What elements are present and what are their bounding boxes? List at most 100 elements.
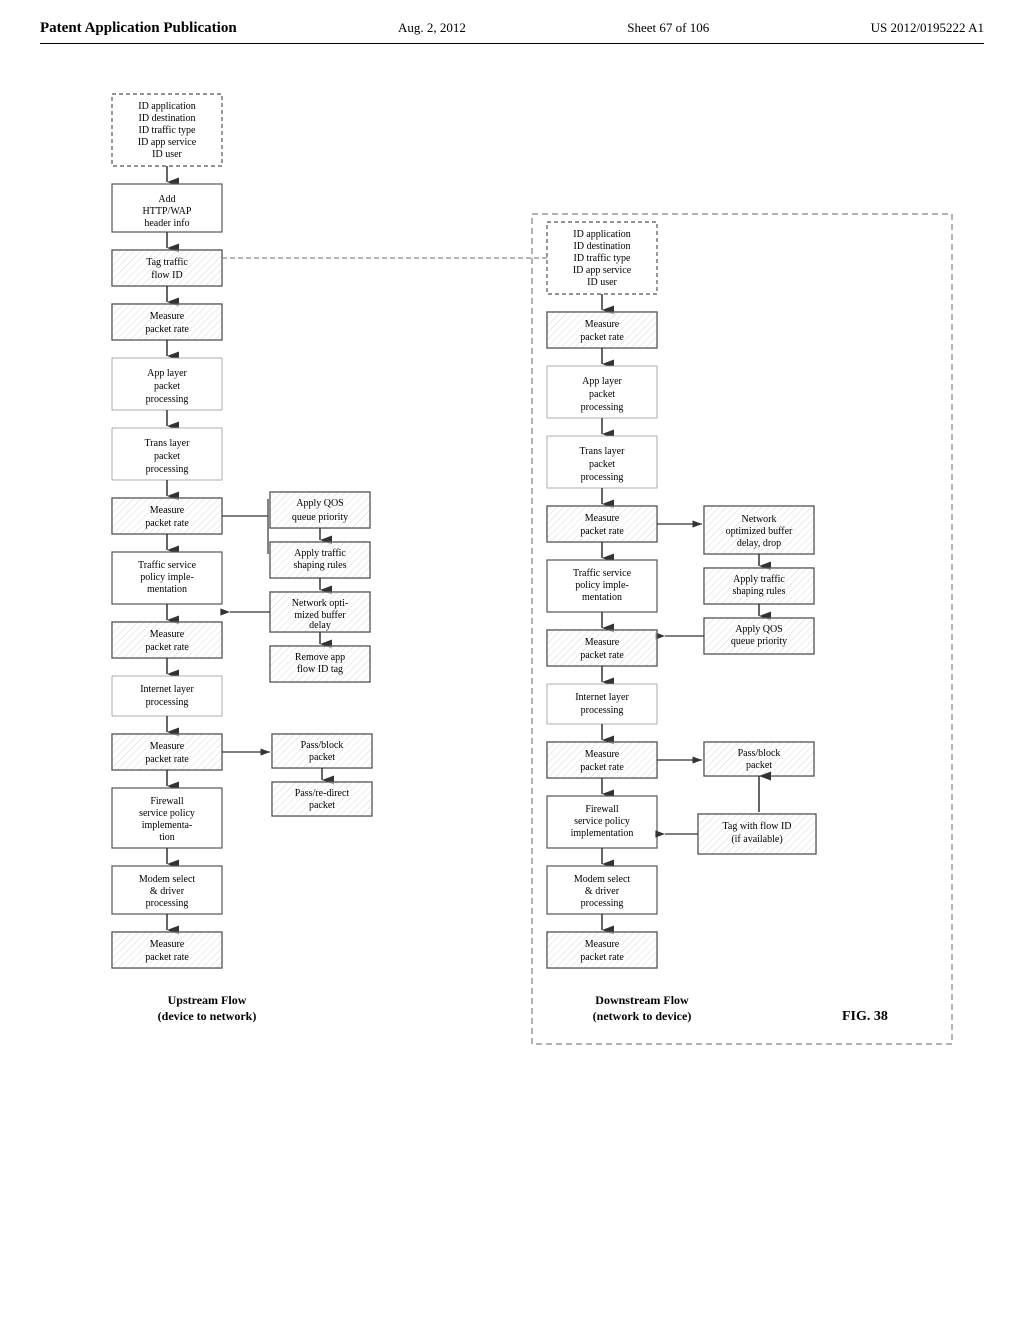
svg-text:packet rate: packet rate — [145, 952, 189, 963]
svg-text:packet rate: packet rate — [580, 526, 624, 537]
svg-text:Pass/block: Pass/block — [301, 740, 344, 751]
publication-title: Patent Application Publication — [40, 20, 237, 37]
publication-date: Aug. 2, 2012 — [398, 20, 466, 36]
page: Patent Application Publication Aug. 2, 2… — [0, 0, 1024, 1320]
svg-text:& driver: & driver — [150, 886, 185, 897]
svg-text:packet rate: packet rate — [145, 518, 189, 529]
svg-text:Measure: Measure — [150, 629, 185, 640]
svg-text:implementa-: implementa- — [142, 820, 193, 831]
svg-text:packet rate: packet rate — [580, 952, 624, 963]
svg-text:ID user: ID user — [587, 277, 617, 288]
svg-text:implementation: implementation — [571, 828, 634, 839]
svg-text:Measure: Measure — [150, 741, 185, 752]
svg-text:Measure: Measure — [585, 637, 620, 648]
svg-text:Measure: Measure — [150, 311, 185, 322]
sheet-info: Sheet 67 of 106 — [627, 20, 709, 36]
svg-text:Network opti-: Network opti- — [292, 598, 348, 609]
svg-text:Internet layer: Internet layer — [140, 684, 194, 695]
svg-text:processing: processing — [581, 705, 624, 716]
svg-text:Downstream Flow: Downstream Flow — [595, 993, 689, 1007]
svg-text:Traffic service: Traffic service — [573, 568, 632, 579]
svg-text:Network: Network — [742, 514, 777, 525]
svg-text:ID traffic type: ID traffic type — [138, 125, 196, 136]
svg-text:ID app service: ID app service — [138, 137, 197, 148]
svg-text:(network to device): (network to device) — [593, 1009, 692, 1023]
svg-text:ID destination: ID destination — [574, 241, 631, 252]
svg-text:packet: packet — [154, 381, 180, 392]
svg-text:FIG. 38: FIG. 38 — [842, 1009, 888, 1024]
svg-text:packet rate: packet rate — [145, 642, 189, 653]
svg-text:flow ID tag: flow ID tag — [297, 664, 343, 675]
svg-text:service policy: service policy — [139, 808, 195, 819]
svg-text:Apply traffic: Apply traffic — [294, 548, 346, 559]
svg-text:packet rate: packet rate — [145, 324, 189, 335]
svg-text:Measure: Measure — [585, 939, 620, 950]
header: Patent Application Publication Aug. 2, 2… — [40, 20, 984, 44]
svg-text:tion: tion — [159, 832, 175, 843]
svg-text:packet: packet — [589, 389, 615, 400]
svg-text:(if available): (if available) — [731, 834, 782, 845]
svg-text:queue priority: queue priority — [292, 512, 348, 523]
svg-text:Firewall: Firewall — [585, 804, 619, 815]
svg-text:mentation: mentation — [582, 592, 622, 603]
svg-text:packet rate: packet rate — [145, 754, 189, 765]
svg-text:App layer: App layer — [582, 376, 622, 387]
svg-text:shaping rules: shaping rules — [732, 586, 785, 597]
svg-text:Apply QOS: Apply QOS — [735, 624, 783, 635]
svg-text:Measure: Measure — [585, 749, 620, 760]
svg-text:packet rate: packet rate — [580, 762, 624, 773]
svg-text:Trans layer: Trans layer — [580, 446, 626, 457]
svg-text:queue priority: queue priority — [731, 636, 787, 647]
svg-text:mentation: mentation — [147, 584, 187, 595]
svg-text:Measure: Measure — [585, 319, 620, 330]
svg-text:processing: processing — [581, 898, 624, 909]
svg-text:ID application: ID application — [573, 229, 630, 240]
svg-text:optimized buffer: optimized buffer — [726, 526, 793, 537]
svg-text:packet rate: packet rate — [580, 650, 624, 661]
svg-text:packet: packet — [154, 451, 180, 462]
svg-text:(device to network): (device to network) — [158, 1009, 257, 1023]
svg-text:Remove app: Remove app — [295, 652, 345, 663]
svg-text:& driver: & driver — [585, 886, 620, 897]
svg-text:Internet layer: Internet layer — [575, 692, 629, 703]
svg-text:delay, drop: delay, drop — [737, 538, 781, 549]
svg-text:processing: processing — [581, 472, 624, 483]
svg-text:Pass/block: Pass/block — [738, 748, 781, 759]
svg-text:ID application: ID application — [138, 101, 195, 112]
svg-text:shaping rules: shaping rules — [293, 560, 346, 571]
patent-number: US 2012/0195222 A1 — [871, 20, 984, 36]
svg-text:Modem select: Modem select — [574, 874, 631, 885]
svg-text:processing: processing — [146, 464, 189, 475]
svg-text:HTTP/WAP: HTTP/WAP — [143, 206, 192, 217]
svg-text:Traffic service: Traffic service — [138, 560, 197, 571]
svg-text:Modem select: Modem select — [139, 874, 196, 885]
svg-text:processing: processing — [146, 394, 189, 405]
svg-text:Measure: Measure — [150, 505, 185, 516]
svg-text:flow ID: flow ID — [151, 270, 182, 281]
diagram: ID application ID destination ID traffic… — [42, 74, 982, 1224]
svg-text:ID traffic type: ID traffic type — [573, 253, 631, 264]
svg-text:Measure: Measure — [150, 939, 185, 950]
svg-text:packet: packet — [589, 459, 615, 470]
svg-text:Tag with flow ID: Tag with flow ID — [722, 821, 791, 832]
svg-text:Apply QOS: Apply QOS — [296, 498, 344, 509]
svg-text:processing: processing — [581, 402, 624, 413]
svg-text:service policy: service policy — [574, 816, 630, 827]
svg-text:Upstream Flow: Upstream Flow — [168, 993, 247, 1007]
svg-text:Pass/re-direct: Pass/re-direct — [295, 788, 350, 799]
svg-text:delay: delay — [309, 620, 331, 631]
svg-text:Trans layer: Trans layer — [145, 438, 191, 449]
svg-text:packet rate: packet rate — [580, 332, 624, 343]
svg-text:policy imple-: policy imple- — [140, 572, 194, 583]
svg-text:header info: header info — [144, 218, 189, 229]
svg-text:ID app service: ID app service — [573, 265, 632, 276]
svg-text:ID destination: ID destination — [139, 113, 196, 124]
svg-text:Tag traffic: Tag traffic — [146, 257, 188, 268]
svg-text:Apply traffic: Apply traffic — [733, 574, 785, 585]
svg-text:packet: packet — [309, 800, 335, 811]
svg-text:App layer: App layer — [147, 368, 187, 379]
svg-text:Measure: Measure — [585, 513, 620, 524]
svg-text:Firewall: Firewall — [150, 796, 184, 807]
svg-text:Add: Add — [158, 194, 175, 205]
svg-text:packet: packet — [746, 760, 772, 771]
